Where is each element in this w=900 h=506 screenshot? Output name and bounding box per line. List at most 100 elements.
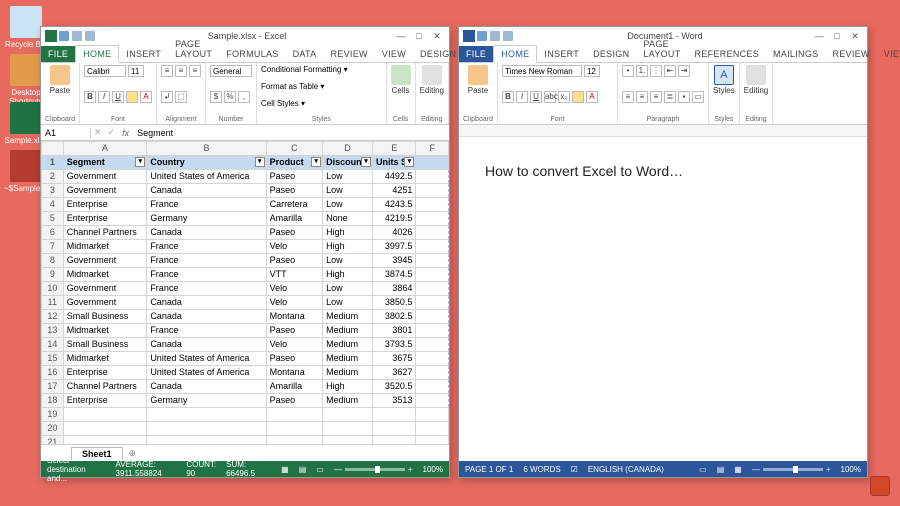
- tab-design[interactable]: DESIGN: [413, 46, 463, 62]
- tab-view[interactable]: VIEW: [877, 46, 900, 62]
- zoom-slider[interactable]: — +: [334, 465, 413, 474]
- font-size-select[interactable]: 12: [584, 65, 600, 77]
- spreadsheet-grid[interactable]: ABCDEF1Segment▾Country▾Product▾Discount▾…: [41, 141, 449, 444]
- tab-file[interactable]: FILE: [41, 46, 75, 62]
- table-row[interactable]: 7MidmarketFranceVeloHigh3997.5: [42, 240, 449, 254]
- tab-references[interactable]: REFERENCES: [688, 46, 767, 62]
- underline-button[interactable]: U: [530, 91, 542, 103]
- paste-button[interactable]: Paste: [463, 65, 493, 95]
- table-row[interactable]: 4EnterpriseFranceCarreteraLow4243.5: [42, 198, 449, 212]
- row-header[interactable]: 1: [42, 156, 64, 170]
- table-row[interactable]: 5EnterpriseGermanyAmarillaNone4219.5: [42, 212, 449, 226]
- align-right-icon[interactable]: ≡: [650, 91, 662, 103]
- font-name-select[interactable]: Times New Roman: [502, 65, 582, 77]
- zoom-level[interactable]: 100%: [423, 465, 443, 474]
- cancel-icon[interactable]: ✕: [91, 127, 105, 138]
- font-name-select[interactable]: Calibri: [84, 65, 126, 77]
- view-normal-icon[interactable]: ▦: [281, 465, 289, 474]
- maximize-button[interactable]: □: [411, 30, 427, 42]
- status-language[interactable]: ENGLISH (CANADA): [588, 465, 664, 474]
- table-row[interactable]: 16EnterpriseUnited States of AmericaMont…: [42, 366, 449, 380]
- table-row[interactable]: 15MidmarketUnited States of AmericaPaseo…: [42, 352, 449, 366]
- align-left-icon[interactable]: ≡: [622, 91, 634, 103]
- merge-cells-icon[interactable]: ⬚: [175, 91, 187, 103]
- row-header[interactable]: 20: [42, 422, 64, 436]
- table-row[interactable]: 3GovernmentCanadaPaseoLow4251: [42, 184, 449, 198]
- qat-save-icon[interactable]: [477, 31, 487, 41]
- paste-button[interactable]: Paste: [45, 65, 75, 95]
- row-header[interactable]: 21: [42, 436, 64, 445]
- tab-review[interactable]: REVIEW: [825, 46, 876, 62]
- align-center-icon[interactable]: ≡: [175, 65, 187, 77]
- table-row[interactable]: 18EnterpriseGermanyPaseoMedium3513: [42, 394, 449, 408]
- subscript-icon[interactable]: x₂: [558, 91, 570, 103]
- table-row[interactable]: 10GovernmentFranceVeloLow3864: [42, 282, 449, 296]
- italic-button[interactable]: I: [516, 91, 528, 103]
- tab-page-layout[interactable]: PAGE LAYOUT: [168, 36, 219, 62]
- maximize-button[interactable]: □: [829, 30, 845, 42]
- table-row[interactable]: 14Small BusinessCanadaVeloMedium3793.5: [42, 338, 449, 352]
- view-pagelayout-icon[interactable]: ▤: [299, 465, 307, 474]
- comma-icon[interactable]: ,: [238, 91, 250, 103]
- view-read-icon[interactable]: ▭: [699, 465, 707, 474]
- tab-insert[interactable]: INSERT: [537, 46, 586, 62]
- col-header[interactable]: C: [266, 142, 322, 156]
- align-right-icon[interactable]: ≡: [189, 65, 201, 77]
- tab-mailings[interactable]: MAILINGS: [766, 46, 825, 62]
- col-header[interactable]: A: [63, 142, 147, 156]
- font-color-button[interactable]: A: [586, 91, 598, 103]
- percent-icon[interactable]: %: [224, 91, 236, 103]
- filter-dropdown-icon[interactable]: ▾: [255, 157, 265, 167]
- document-body[interactable]: How to convert Excel to Word…: [459, 137, 867, 461]
- filter-dropdown-icon[interactable]: ▾: [404, 157, 414, 167]
- justify-icon[interactable]: ≣: [664, 91, 676, 103]
- qat-undo-icon[interactable]: [72, 31, 82, 41]
- tab-page-layout[interactable]: PAGE LAYOUT: [636, 36, 687, 62]
- italic-button[interactable]: I: [98, 91, 110, 103]
- tab-home[interactable]: HOME: [493, 45, 537, 63]
- indent-inc-icon[interactable]: ⇥: [678, 65, 690, 77]
- row-header[interactable]: 19: [42, 408, 64, 422]
- tab-formulas[interactable]: FORMULAS: [219, 46, 285, 62]
- align-center-icon[interactable]: ≡: [636, 91, 648, 103]
- minimize-button[interactable]: —: [811, 30, 827, 42]
- font-color-button[interactable]: A: [140, 91, 152, 103]
- new-sheet-button[interactable]: ⊕: [129, 448, 137, 459]
- tab-home[interactable]: HOME: [75, 45, 119, 63]
- underline-button[interactable]: U: [112, 91, 124, 103]
- tab-design[interactable]: DESIGN: [586, 46, 636, 62]
- currency-icon[interactable]: $: [210, 91, 222, 103]
- filter-dropdown-icon[interactable]: ▾: [361, 157, 371, 167]
- table-row[interactable]: 8GovernmentFrancePaseoLow3945: [42, 254, 449, 268]
- tray-icon[interactable]: [870, 476, 890, 496]
- font-size-select[interactable]: 11: [128, 65, 144, 77]
- bold-button[interactable]: B: [502, 91, 514, 103]
- tab-view[interactable]: VIEW: [375, 46, 413, 62]
- strike-button[interactable]: abc: [544, 91, 556, 103]
- close-button[interactable]: ✕: [847, 30, 863, 42]
- qat-save-icon[interactable]: [59, 31, 69, 41]
- zoom-level[interactable]: 100%: [841, 465, 861, 474]
- qat-undo-icon[interactable]: [490, 31, 500, 41]
- cell-styles-button[interactable]: Cell Styles ▾: [261, 99, 382, 108]
- qat-redo-icon[interactable]: [503, 31, 513, 41]
- tab-review[interactable]: REVIEW: [323, 46, 374, 62]
- table-row[interactable]: 11GovernmentCanadaVeloLow3850.5: [42, 296, 449, 310]
- editing-button[interactable]: Editing: [420, 65, 444, 95]
- status-page[interactable]: PAGE 1 OF 1: [465, 465, 513, 474]
- confirm-icon[interactable]: ✓: [105, 127, 119, 138]
- number-format-select[interactable]: General: [210, 65, 252, 77]
- view-web-icon[interactable]: ▦: [734, 465, 742, 474]
- status-proofing-icon[interactable]: ☑: [571, 465, 578, 474]
- status-words[interactable]: 6 WORDS: [523, 465, 560, 474]
- editing-button[interactable]: Editing: [744, 65, 768, 95]
- col-header[interactable]: D: [323, 142, 373, 156]
- format-as-table-button[interactable]: Format as Table ▾: [261, 82, 382, 91]
- col-header[interactable]: E: [373, 142, 416, 156]
- table-row[interactable]: 17Channel PartnersCanadaAmarillaHigh3520…: [42, 380, 449, 394]
- col-header[interactable]: F: [416, 142, 449, 156]
- table-row[interactable]: 12Small BusinessCanadaMontanaMedium3802.…: [42, 310, 449, 324]
- highlight-button[interactable]: [572, 91, 584, 103]
- view-pagebreak-icon[interactable]: ▭: [316, 465, 324, 474]
- ruler[interactable]: [459, 125, 867, 137]
